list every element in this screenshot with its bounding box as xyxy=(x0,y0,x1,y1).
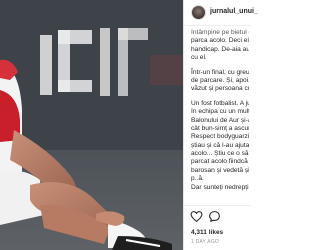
post-timestamp[interactable]: 1 DAY AGO xyxy=(191,239,219,245)
heart-icon[interactable] xyxy=(190,210,203,223)
post-panel: jurnalul_unui_ întâmpine pe bietul om pa… xyxy=(183,0,258,250)
likes-count[interactable]: 4,311 likes xyxy=(191,229,223,236)
post-header: jurnalul_unui_ xyxy=(184,0,258,26)
caption-line: întâmpine pe bietul om xyxy=(191,29,249,36)
caption-line: parca acolo. Deci ei știau xyxy=(191,37,249,45)
post-caption: întâmpine pe bietul om parca acolo. Deci… xyxy=(191,29,249,202)
caption-line: în echipa cu un multiplu xyxy=(191,108,249,116)
caption-line: știau și că l-au ajutat să xyxy=(191,141,249,149)
caption-line: Dar sunteți nedrepți. Ușor xyxy=(191,183,249,191)
comment-icon[interactable] xyxy=(208,210,221,223)
caption-line: barosan și vedetă și dă xyxy=(191,166,249,174)
caption-line: de parcare. Și, apoi, cu mare xyxy=(191,76,249,84)
caption-line: cât bun-simț a ascuns xyxy=(191,124,249,132)
caption-line: cu el. xyxy=(191,54,207,62)
caption-line: p..ă. xyxy=(191,175,204,183)
post-photo[interactable] xyxy=(0,0,183,250)
photo-scene xyxy=(0,0,183,250)
post-actions: 4,311 likes 1 DAY AGO xyxy=(184,205,251,249)
caption-line: handicap. De-aia au și lăsat xyxy=(191,45,249,53)
caption-line: parcat acolo fiindcă o xyxy=(191,158,249,166)
avatar[interactable] xyxy=(191,5,206,20)
caption-line: Respect bodyguarzilor xyxy=(191,133,249,141)
caption-line: văzut și persoana cu handicap xyxy=(191,85,249,93)
caption-line: acolo... Știu ce o să spun xyxy=(191,150,249,158)
caption-line: Balonului de Aur și-a xyxy=(191,116,249,124)
username-link[interactable]: jurnalul_unui_ xyxy=(210,8,258,15)
caption-line: Într-un final, cu greu, a reușit xyxy=(191,68,249,76)
caption-line: Un fost fotbalist. A jucat xyxy=(191,99,249,107)
